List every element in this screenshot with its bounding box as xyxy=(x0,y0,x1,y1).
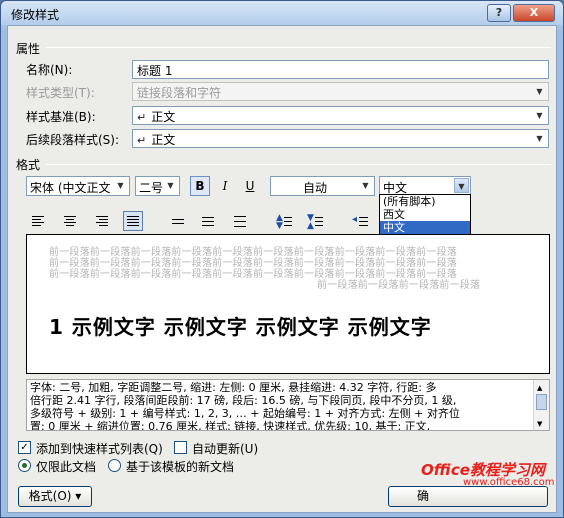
template-radio[interactable] xyxy=(108,459,121,472)
one-half-spacing-button[interactable] xyxy=(198,211,218,231)
font-color-select[interactable]: 自动 ▼ xyxy=(270,176,375,196)
sample-text: 1 示例文字 示例文字 示例文字 示例文字 xyxy=(49,315,432,339)
divider xyxy=(46,47,551,48)
chevron-down-icon: ▼ xyxy=(536,87,543,96)
preview-pane: 前一段落前一段落前一段落前一段落前一段落前一段落前一段落前一段落前一段落前一段落… xyxy=(26,234,550,374)
following-style-value: 正文 xyxy=(151,133,176,147)
chevron-down-icon[interactable]: ▼ xyxy=(454,178,469,193)
style-type-select: 链接段落和字符 ▼ xyxy=(132,82,549,101)
align-center-button[interactable] xyxy=(60,211,80,231)
close-button[interactable]: X xyxy=(513,4,555,22)
underline-button[interactable]: U xyxy=(240,176,260,196)
decrease-indent-icon[interactable]: ◂ xyxy=(350,211,370,231)
script-option-all[interactable]: (所有脚本) xyxy=(380,195,470,208)
font-color-value: 自动 xyxy=(303,181,328,195)
chevron-down-icon[interactable]: ▼ xyxy=(113,178,128,193)
chevron-down-icon[interactable]: ▼ xyxy=(163,178,178,193)
this-document-label: 仅限此文档 xyxy=(36,460,97,474)
style-type-value: 链接段落和字符 xyxy=(137,86,222,100)
following-style-label: 后续段落样式(S): xyxy=(26,133,120,147)
style-description: 字体: 二号, 加粗, 字距调整二号, 缩进: 左侧: 0 厘米, 悬挂缩进: … xyxy=(26,379,550,431)
style-type-label: 样式类型(T): xyxy=(26,86,95,100)
divider xyxy=(46,164,551,165)
double-spacing-button[interactable] xyxy=(230,211,250,231)
chevron-down-icon[interactable]: ▼ xyxy=(532,108,547,123)
quick-style-checkbox[interactable]: ✓ xyxy=(18,441,31,454)
dialog-title: 修改样式 xyxy=(11,8,60,22)
justify-button[interactable] xyxy=(123,211,143,231)
title-bar: 修改样式 ? X xyxy=(1,1,563,25)
based-on-label: 样式基准(B): xyxy=(26,110,96,124)
paragraph-mark-icon: ↵ xyxy=(137,134,147,147)
description-line: 倍行距 2.41 字行, 段落间距段前: 17 磅, 段后: 16.5 磅, 与… xyxy=(30,394,457,407)
increase-spacing-icon[interactable]: ▲ ▼ xyxy=(274,211,294,231)
single-spacing-button[interactable] xyxy=(168,211,188,231)
ok-button[interactable]: 确 xyxy=(388,486,548,507)
following-style-select[interactable]: ↵ 正文 ▼ xyxy=(132,129,549,148)
script-option-western[interactable]: 西文 xyxy=(380,208,470,221)
chevron-down-icon[interactable]: ▼ xyxy=(358,178,373,193)
dialog-window: 修改样式 ? X 属性 名称(N): 标题 1 样式类型(T): 链接段落和字符… xyxy=(0,0,564,518)
name-input[interactable]: 标题 1 xyxy=(132,60,549,79)
watermark-url: www.office68.com xyxy=(463,477,555,488)
font-select[interactable]: 宋体 (中文正文 ▼ xyxy=(26,176,130,196)
script-option-chinese[interactable]: 中文 xyxy=(380,221,470,234)
decrease-spacing-icon[interactable]: ▼ ▲ xyxy=(305,211,325,231)
bold-button[interactable]: B xyxy=(190,176,210,196)
description-scrollbar[interactable]: ▲ ▼ xyxy=(533,380,549,430)
properties-section-label: 属性 xyxy=(16,42,41,56)
dialog-body: 属性 名称(N): 标题 1 样式类型(T): 链接段落和字符 ▼ 样式基准(B… xyxy=(7,25,557,513)
font-size-select[interactable]: 二号 ▼ xyxy=(135,176,180,196)
based-on-select[interactable]: ↵ 正文 ▼ xyxy=(132,106,549,125)
name-value: 标题 1 xyxy=(137,64,173,78)
this-document-radio[interactable] xyxy=(18,459,31,472)
script-select[interactable]: 中文 ▼ xyxy=(379,176,471,196)
font-size-value: 二号 xyxy=(139,181,164,195)
template-label: 基于该模板的新文档 xyxy=(126,460,235,474)
align-right-button[interactable] xyxy=(92,211,112,231)
format-section-label: 格式 xyxy=(16,158,41,172)
description-line: 置: 0 厘米 + 缩进位置: 0.76 厘米, 样式: 链接, 快速样式, 优… xyxy=(30,420,431,431)
description-line: 字体: 二号, 加粗, 字距调整二号, 缩进: 左侧: 0 厘米, 悬挂缩进: … xyxy=(30,381,437,394)
quick-style-label: 添加到快速样式列表(Q) xyxy=(36,442,163,456)
name-label: 名称(N): xyxy=(26,63,73,77)
script-value: 中文 xyxy=(383,181,408,195)
font-value: 宋体 (中文正文 xyxy=(30,181,111,195)
description-line: 多级符号 + 级别: 1 + 编号样式: 1, 2, 3, … + 起始编号: … xyxy=(30,407,460,420)
auto-update-label: 自动更新(U) xyxy=(192,442,259,456)
help-button[interactable]: ? xyxy=(487,4,511,22)
italic-button[interactable]: I xyxy=(215,176,235,196)
align-left-button[interactable] xyxy=(28,211,48,231)
format-menu-button[interactable]: 格式(O) ▾ xyxy=(18,486,92,507)
paragraph-mark-icon: ↵ xyxy=(137,111,147,124)
auto-update-checkbox[interactable] xyxy=(174,441,187,454)
chevron-down-icon[interactable]: ▼ xyxy=(532,131,547,146)
based-on-value: 正文 xyxy=(151,110,176,124)
previous-paragraph-line: 前一段落前一段落前一段落前一段落 xyxy=(317,280,481,291)
